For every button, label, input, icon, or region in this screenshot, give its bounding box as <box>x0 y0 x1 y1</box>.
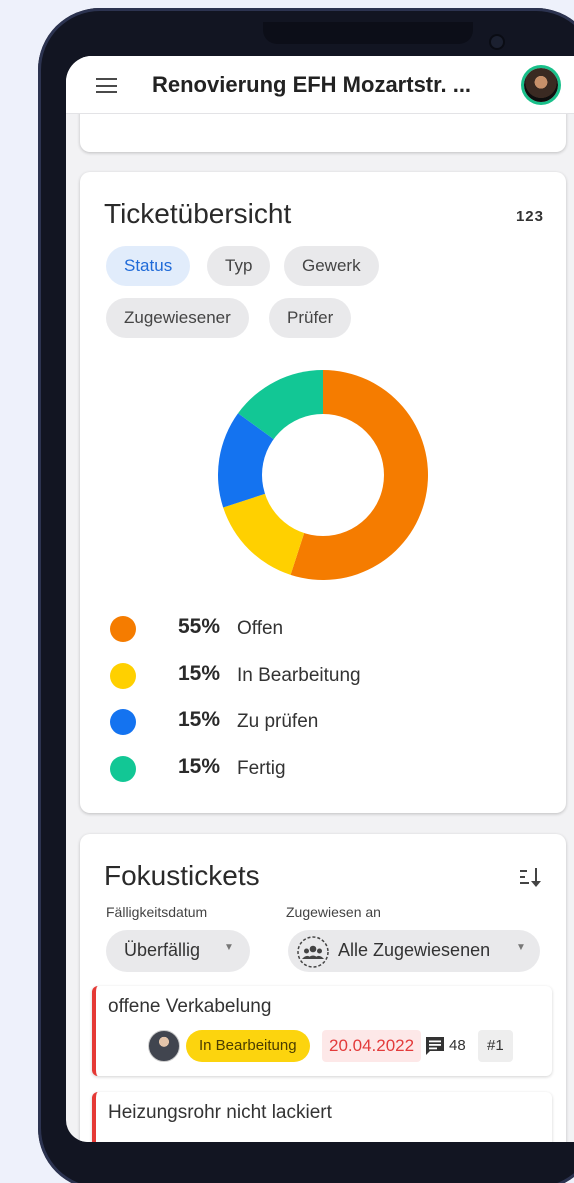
ticket-overview-card: Ticketübersicht 123 Status Typ Gewerk Zu… <box>80 172 566 813</box>
comment-icon <box>426 1037 444 1055</box>
filter-chip-status[interactable]: Status <box>106 246 191 286</box>
legend-label-offen: Offen <box>237 618 284 639</box>
focus-tickets-card: Fokustickets Fälligkeitsdatum Zugewiesen… <box>80 834 566 1142</box>
ticket-title: offene Verkabelung <box>108 996 272 1017</box>
donut-hole <box>262 414 384 536</box>
menu-icon[interactable] <box>96 78 117 93</box>
app-bar: Renovierung EFH Mozartstr. ... <box>66 56 574 114</box>
filter-chip-pruefer[interactable]: Prüfer <box>269 298 352 338</box>
due-date-value: Überfällig <box>124 940 201 960</box>
legend-pct-fertig: 15% <box>178 755 221 778</box>
due-date-label: Fälligkeitsdatum <box>106 904 208 920</box>
status-donut-chart[interactable] <box>218 370 428 580</box>
avatar <box>148 1030 180 1062</box>
overview-title: Ticketübersicht <box>104 198 292 229</box>
legend-pct-offen: 55% <box>178 615 221 638</box>
chevron-down-icon: ▼ <box>224 942 234 953</box>
status-badge: In Bearbeitung <box>186 1030 310 1062</box>
assigned-label: Zugewiesen an <box>286 904 381 920</box>
legend-pct-zu-pruefen: 15% <box>178 708 221 731</box>
filter-chip-zugewiesener[interactable]: Zugewiesener <box>106 298 249 338</box>
avatar[interactable] <box>524 68 558 102</box>
chevron-down-icon: ▼ <box>516 942 526 953</box>
app-screen: Ticketübersicht 123 Status Typ Gewerk Zu… <box>66 56 574 1142</box>
legend-pct-in-bearbeitung: 15% <box>178 662 221 685</box>
ticket-count[interactable]: 123 <box>516 208 544 225</box>
sort-icon[interactable] <box>518 864 544 890</box>
filter-chip-typ[interactable]: Typ <box>207 246 271 286</box>
assigned-value: Alle Zugewiesenen <box>338 940 491 960</box>
legend-label-zu-pruefen: Zu prüfen <box>237 711 319 732</box>
focus-title: Fokustickets <box>104 860 260 891</box>
legend-dot-offen <box>110 616 136 642</box>
ticket-item[interactable]: offene Verkabelung In Bearbeitung 20.04.… <box>92 986 552 1076</box>
legend-dot-in-bearbeitung <box>110 663 136 689</box>
due-date-badge: 20.04.2022 <box>322 1030 422 1062</box>
ticket-title: Heizungsrohr nicht lackiert <box>108 1102 332 1123</box>
legend-label-in-bearbeitung: In Bearbeitung <box>237 665 361 686</box>
legend-dot-zu-pruefen <box>110 709 136 735</box>
legend-dot-fertig <box>110 756 136 782</box>
page-title: Renovierung EFH Mozartstr. ... <box>152 72 472 97</box>
legend-label-fertig: Fertig <box>237 758 286 779</box>
comment-count: 48 <box>449 1037 466 1054</box>
ticket-item[interactable]: Heizungsrohr nicht lackiert <box>92 1092 552 1142</box>
assigned-select[interactable]: Alle Zugewiesenen ▼ <box>288 930 540 972</box>
phone-notch <box>263 22 473 44</box>
ticket-number: #1 <box>478 1030 513 1062</box>
camera-icon <box>491 36 503 48</box>
due-date-select[interactable]: Überfällig ▼ <box>106 930 250 972</box>
group-icon <box>297 936 329 968</box>
filter-chip-gewerk[interactable]: Gewerk <box>284 246 379 286</box>
